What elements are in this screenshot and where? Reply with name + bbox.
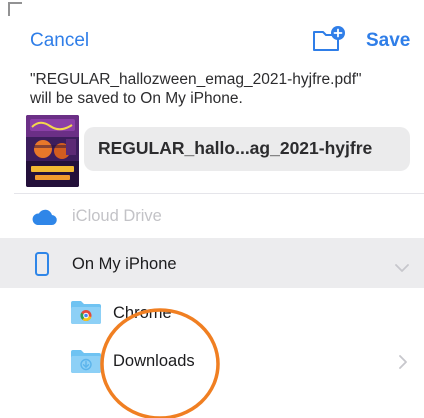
folder-label: Chrome (113, 304, 172, 322)
location-icloud-drive: iCloud Drive (0, 196, 424, 236)
chevron-down-icon[interactable] (395, 259, 409, 277)
iphone-icon (35, 252, 49, 281)
pdf-cover-thumbnail (26, 115, 79, 187)
chrome-folder-icon (70, 299, 102, 330)
navigation-bar: Cancel Save (0, 0, 424, 80)
chevron-right-icon[interactable] (399, 355, 407, 374)
folder-downloads[interactable]: Downloads (0, 338, 424, 388)
save-to-files-sheet: Cancel Save "REGULAR_hallozween_emag_202… (0, 0, 424, 418)
location-label: On My iPhone (72, 255, 177, 273)
section-divider (14, 193, 424, 194)
cloud-icon (31, 208, 57, 231)
save-button[interactable]: Save (366, 30, 410, 52)
folder-icon (70, 348, 102, 379)
folder-chrome[interactable]: Chrome (0, 292, 424, 336)
save-destination-message: "REGULAR_hallozween_emag_2021-hyjfre.pdf… (30, 70, 410, 108)
destination-text: will be saved to On My iPhone. (30, 90, 243, 107)
location-on-my-iphone[interactable]: On My iPhone (0, 238, 424, 288)
folder-plus-icon[interactable] (311, 25, 347, 53)
filename-field[interactable]: REGULAR_hallo...ag_2021-hyjfre (84, 127, 410, 171)
file-name-quoted: "REGULAR_hallozween_emag_2021-hyjfre.pdf… (30, 71, 362, 88)
cancel-button[interactable]: Cancel (30, 30, 89, 52)
location-label: iCloud Drive (72, 207, 162, 225)
folder-label: Downloads (113, 352, 195, 370)
filename-text: REGULAR_hallo...ag_2021-hyjfre (98, 138, 373, 158)
